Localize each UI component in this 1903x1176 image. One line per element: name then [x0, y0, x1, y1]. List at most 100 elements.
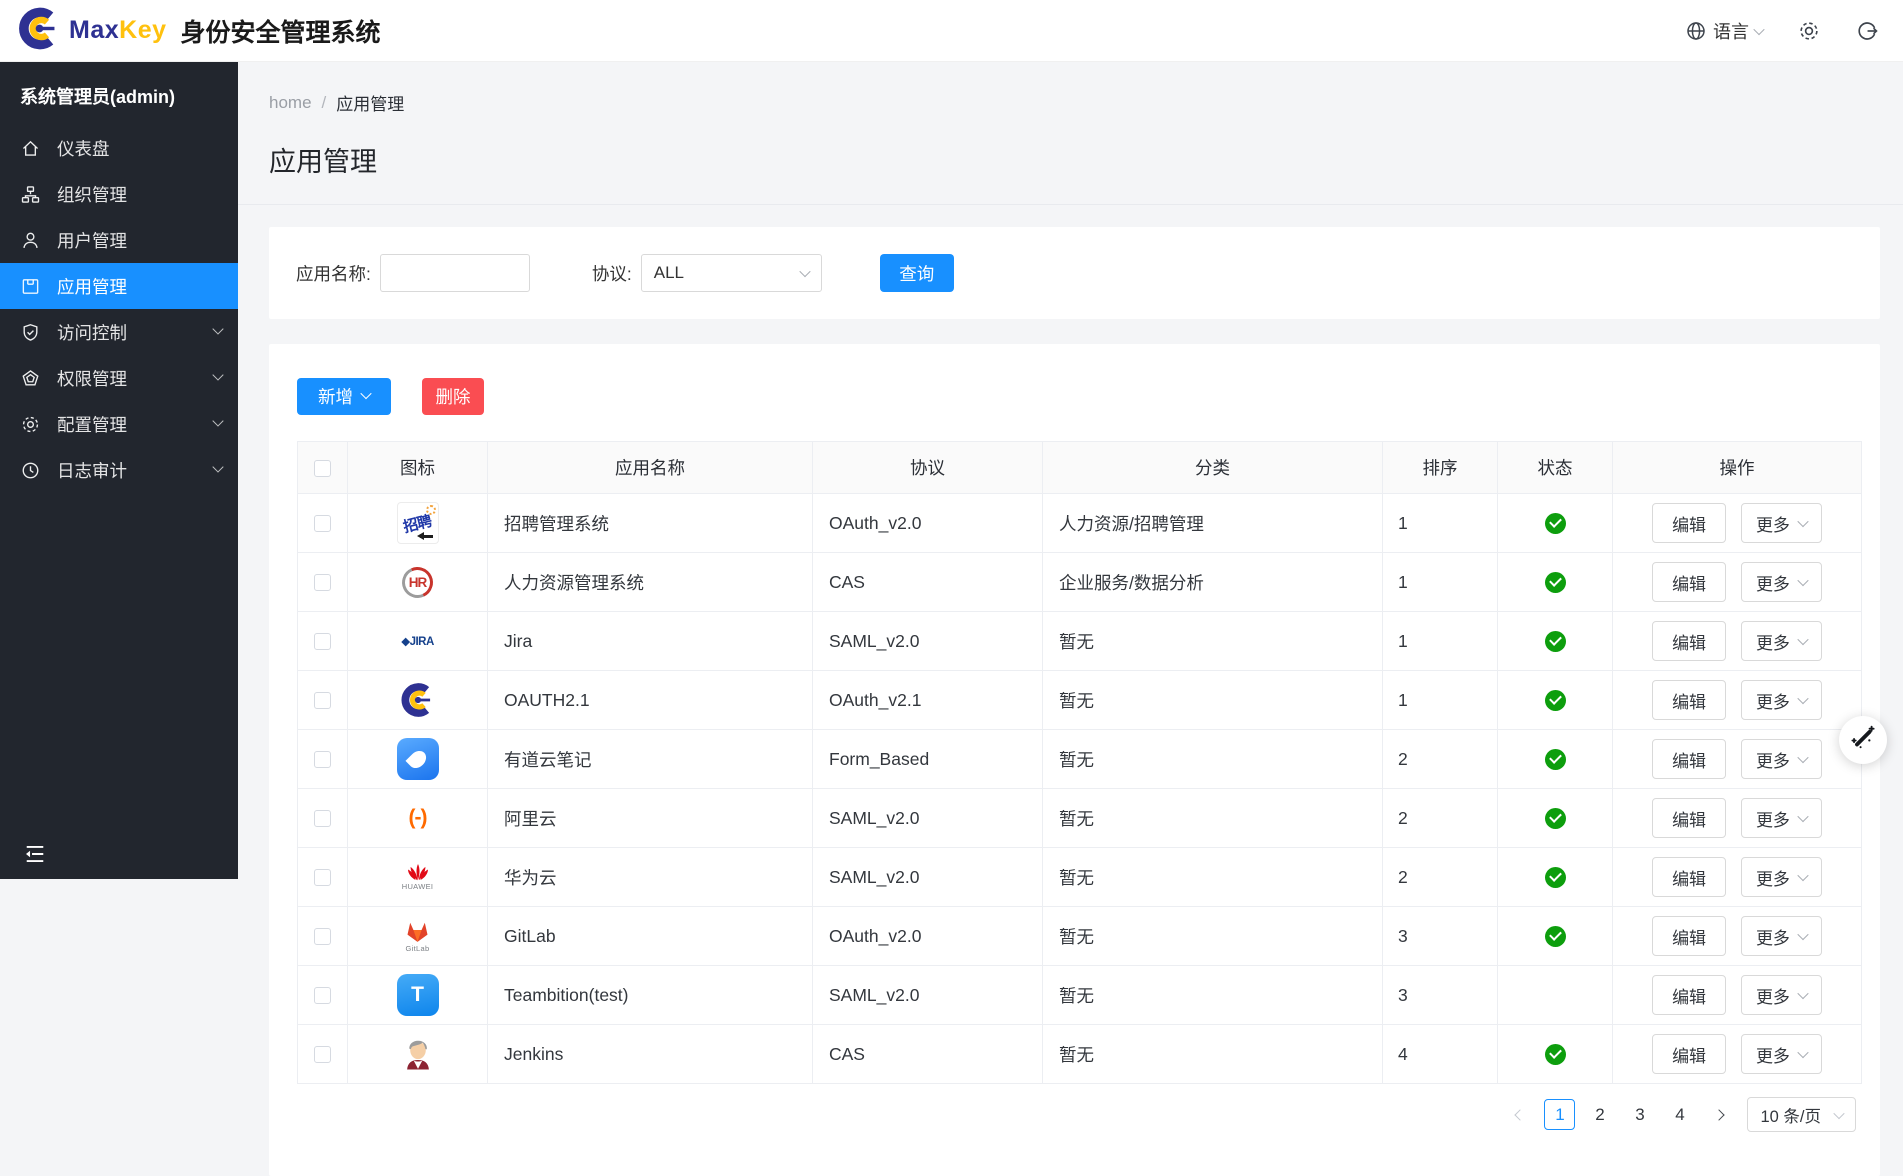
- sidebar-item-label: 访问控制: [57, 320, 127, 345]
- magic-wand-fab[interactable]: [1839, 716, 1887, 764]
- app-name-cell: 招聘管理系统: [488, 494, 813, 553]
- row-checkbox[interactable]: [314, 574, 331, 591]
- app-protocol-cell: OAuth_v2.1: [813, 671, 1043, 730]
- app-protocol-cell: CAS: [813, 553, 1043, 612]
- app-name-cell: Jenkins: [488, 1025, 813, 1084]
- applications-table: 图标 应用名称 协议 分类 排序 状态 操作 招聘 招聘管理系统 OAuth_v…: [297, 441, 1862, 1084]
- edit-button[interactable]: 编辑: [1652, 621, 1726, 661]
- row-checkbox[interactable]: [314, 515, 331, 532]
- sidebar-item-dashboard[interactable]: 仪表盘: [0, 125, 238, 171]
- prev-page-button[interactable]: [1505, 1100, 1535, 1130]
- sidebar-item-audit-log[interactable]: 日志审计: [0, 447, 238, 493]
- header-name: 应用名称: [488, 442, 813, 494]
- sidebar-item-organization[interactable]: 组织管理: [0, 171, 238, 217]
- page-button-1[interactable]: 1: [1544, 1099, 1575, 1130]
- next-page-button[interactable]: [1704, 1100, 1734, 1130]
- select-all-checkbox[interactable]: [314, 460, 331, 477]
- edit-button[interactable]: 编辑: [1652, 798, 1726, 838]
- row-checkbox[interactable]: [314, 633, 331, 650]
- app-category-cell: 暂无: [1043, 848, 1383, 907]
- row-checkbox[interactable]: [314, 987, 331, 1004]
- settings-gear-icon[interactable]: [1797, 19, 1821, 43]
- row-checkbox[interactable]: [314, 869, 331, 886]
- chevron-down-icon: [1797, 811, 1808, 822]
- protocol-select[interactable]: ALL: [641, 254, 822, 292]
- header-sort: 排序: [1383, 442, 1498, 494]
- app-header: MaxKey 身份安全管理系统 语言: [0, 0, 1903, 62]
- edit-button[interactable]: 编辑: [1652, 680, 1726, 720]
- more-button[interactable]: 更多: [1741, 857, 1822, 897]
- breadcrumb-current: 应用管理: [336, 90, 404, 115]
- more-button[interactable]: 更多: [1741, 562, 1822, 602]
- sidebar-item-label: 配置管理: [57, 412, 127, 437]
- table-row: (-) 阿里云 SAML_v2.0 暂无 2 编辑 更多: [298, 789, 1862, 848]
- breadcrumb-home-link[interactable]: home: [269, 93, 312, 113]
- chevron-down-icon: [212, 369, 223, 380]
- more-button[interactable]: 更多: [1741, 798, 1822, 838]
- dashboard-icon: [20, 138, 41, 159]
- brand-logo: MaxKey 身份安全管理系统: [16, 5, 381, 57]
- zhaopin-app-icon: 招聘: [397, 512, 439, 532]
- sidebar-menu: 仪表盘组织管理用户管理应用管理访问控制权限管理配置管理日志审计: [0, 125, 238, 493]
- breadcrumb-separator: /: [322, 93, 327, 113]
- row-checkbox[interactable]: [314, 928, 331, 945]
- more-button[interactable]: 更多: [1741, 916, 1822, 956]
- system-title: 身份安全管理系统: [181, 13, 381, 49]
- table-row: 有道云笔记 Form_Based 暂无 2 编辑 更多: [298, 730, 1862, 789]
- row-checkbox[interactable]: [314, 1046, 331, 1063]
- page-size-select[interactable]: 10 条/页: [1747, 1097, 1856, 1132]
- protocol-selected-value: ALL: [654, 263, 684, 283]
- row-checkbox[interactable]: [314, 692, 331, 709]
- sidebar-item-config[interactable]: 配置管理: [0, 401, 238, 447]
- chevron-down-icon: [1797, 575, 1808, 586]
- page-title: 应用管理: [238, 115, 1903, 179]
- more-button[interactable]: 更多: [1741, 975, 1822, 1015]
- more-button[interactable]: 更多: [1741, 503, 1822, 543]
- more-button[interactable]: 更多: [1741, 680, 1822, 720]
- chevron-right-icon: [1714, 1109, 1725, 1120]
- page-button-3[interactable]: 3: [1624, 1099, 1655, 1130]
- permission-icon: [20, 368, 41, 389]
- sidebar-collapse-icon[interactable]: [22, 841, 48, 867]
- more-button[interactable]: 更多: [1741, 621, 1822, 661]
- status-active-icon: [1545, 572, 1566, 593]
- config-icon: [20, 414, 41, 435]
- logout-icon[interactable]: [1855, 19, 1879, 43]
- main-content: home / 应用管理 应用管理 应用名称: 协议: ALL 查询 新增 删除: [238, 62, 1903, 1160]
- edit-button[interactable]: 编辑: [1652, 739, 1726, 779]
- row-checkbox[interactable]: [314, 810, 331, 827]
- app-category-cell: 暂无: [1043, 671, 1383, 730]
- edit-button[interactable]: 编辑: [1652, 857, 1726, 897]
- page-button-2[interactable]: 2: [1584, 1099, 1615, 1130]
- sidebar-item-application[interactable]: 应用管理: [0, 263, 238, 309]
- app-category-cell: 暂无: [1043, 789, 1383, 848]
- delete-button[interactable]: 删除: [422, 378, 484, 415]
- row-checkbox[interactable]: [314, 751, 331, 768]
- audit-log-icon: [20, 460, 41, 481]
- app-name-input[interactable]: [380, 254, 530, 292]
- page-button-4[interactable]: 4: [1664, 1099, 1695, 1130]
- more-button[interactable]: 更多: [1741, 739, 1822, 779]
- sidebar-item-permission[interactable]: 权限管理: [0, 355, 238, 401]
- sidebar-item-label: 仪表盘: [57, 136, 110, 161]
- edit-button[interactable]: 编辑: [1652, 562, 1726, 602]
- table-row: ◆JIRA Jira SAML_v2.0 暂无 1 编辑 更多: [298, 612, 1862, 671]
- app-sort-cell: 1: [1383, 553, 1498, 612]
- search-button[interactable]: 查询: [880, 254, 954, 292]
- edit-button[interactable]: 编辑: [1652, 975, 1726, 1015]
- edit-button[interactable]: 编辑: [1652, 503, 1726, 543]
- edit-button[interactable]: 编辑: [1652, 1034, 1726, 1074]
- sidebar-item-access-control[interactable]: 访问控制: [0, 309, 238, 355]
- chevron-down-icon: [360, 388, 371, 399]
- app-name-cell: 阿里云: [488, 789, 813, 848]
- toolbar: 新增 删除: [297, 378, 1862, 415]
- table-panel: 新增 删除 图标 应用名称 协议 分类 排序 状态 操作 招聘: [269, 344, 1880, 1176]
- sidebar-item-user[interactable]: 用户管理: [0, 217, 238, 263]
- chevron-down-icon: [212, 415, 223, 426]
- edit-button[interactable]: 编辑: [1652, 916, 1726, 956]
- more-button[interactable]: 更多: [1741, 1034, 1822, 1074]
- aliyun-app-icon: (-): [397, 807, 439, 827]
- add-button[interactable]: 新增: [297, 378, 391, 415]
- globe-icon: [1685, 20, 1707, 42]
- language-switcher[interactable]: 语言: [1685, 18, 1763, 44]
